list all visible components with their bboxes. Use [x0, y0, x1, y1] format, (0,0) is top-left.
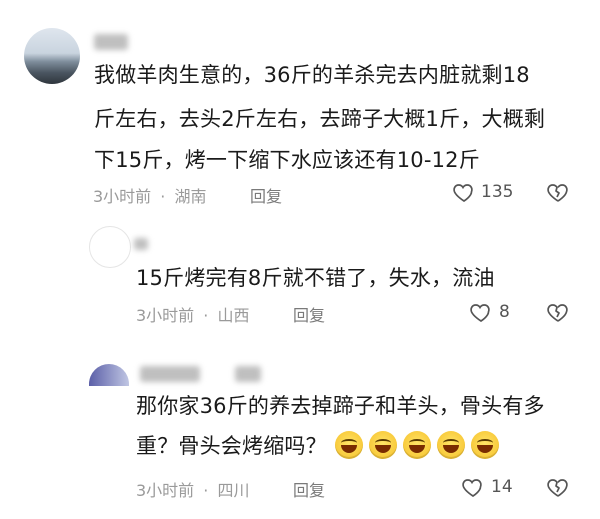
reply-button[interactable]: 回复	[250, 183, 282, 207]
reply-button[interactable]: 回复	[293, 302, 325, 326]
reply-button[interactable]: 回复	[293, 477, 325, 501]
broken-heart-icon[interactable]	[545, 300, 571, 324]
username-blurred[interactable]	[235, 366, 261, 382]
comment-meta: 3小时前 · 四川	[136, 481, 250, 500]
comment-text-line: 那你家36斤的养去掉蹄子和羊头，骨头有多	[136, 394, 545, 418]
like-count: 8	[499, 302, 510, 322]
like-count: 14	[491, 477, 513, 497]
laughing-emoji-icon	[436, 431, 465, 459]
laughing-emoji-icon	[334, 431, 363, 459]
laughing-emoji-icon	[368, 431, 397, 459]
heart-icon[interactable]	[460, 475, 486, 499]
broken-heart-icon[interactable]	[545, 180, 571, 204]
comment-text-line: 重？骨头会烤缩吗？	[136, 426, 505, 466]
avatar[interactable]	[89, 364, 129, 386]
laughing-emoji-icon	[470, 431, 499, 459]
comment-text-line: 15斤烤完有8斤就不错了，失水，流油	[136, 266, 495, 290]
timestamp: 3小时前	[93, 187, 152, 206]
emoji-row	[334, 431, 505, 459]
location: 四川	[217, 481, 250, 500]
location: 山西	[217, 306, 250, 325]
comment-text-line: 下15斤，烤一下缩下水应该还有10-12斤	[94, 148, 480, 172]
username-blurred[interactable]	[140, 366, 200, 382]
heart-icon[interactable]	[451, 180, 477, 204]
avatar[interactable]	[24, 28, 80, 84]
comment-meta: 3小时前 · 山西	[136, 306, 250, 325]
comment-meta: 3小时前 · 湖南	[93, 187, 207, 206]
like-count: 135	[481, 182, 514, 202]
comment-text-line: 我做羊肉生意的，36斤的羊杀完去内脏就剩18	[94, 63, 530, 87]
avatar[interactable]	[89, 226, 131, 268]
comment-text-line: 斤左右，去头2斤左右，去蹄子大概1斤，大概剩	[94, 107, 546, 131]
timestamp: 3小时前	[136, 481, 195, 500]
heart-icon[interactable]	[468, 300, 494, 324]
location: 湖南	[174, 187, 207, 206]
username-blurred[interactable]	[134, 238, 148, 250]
laughing-emoji-icon	[402, 431, 431, 459]
broken-heart-icon[interactable]	[545, 475, 571, 499]
timestamp: 3小时前	[136, 306, 195, 325]
username-blurred[interactable]	[94, 34, 128, 50]
